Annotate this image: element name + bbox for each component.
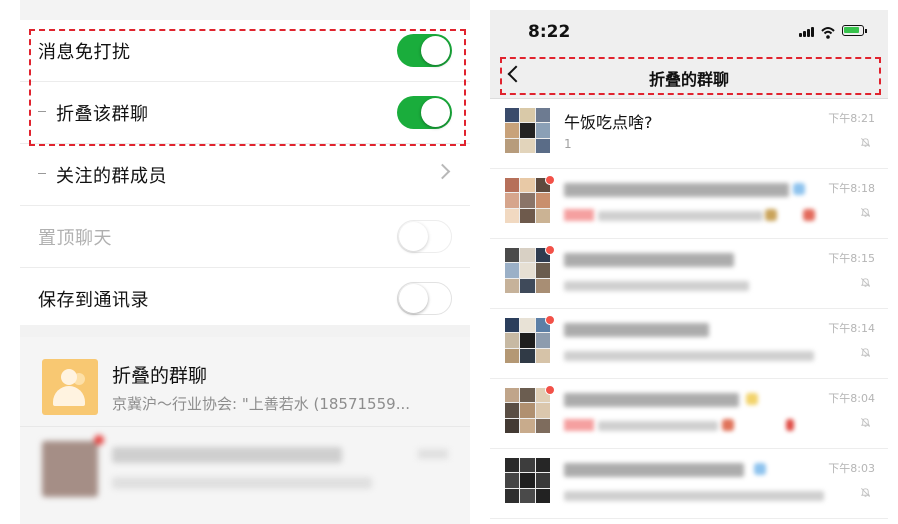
folded-chats-entry[interactable]: 折叠的群聊 京冀沪～行业协会: "上善若水 (18571559... <box>20 337 470 427</box>
blurred-preview <box>564 281 749 291</box>
blurred-preview <box>564 351 814 361</box>
chat-item[interactable]: 午饭吃点啥? 1 下午8:21 <box>490 99 888 169</box>
setting-followed-members[interactable]: 关注的群成员 <box>20 144 470 206</box>
unread-dot <box>545 385 555 395</box>
battery-icon <box>842 25 867 36</box>
blurred-chat-name <box>564 253 734 267</box>
blurred-emoji <box>765 209 777 221</box>
blurred-chat-name <box>564 463 744 477</box>
signal-icon <box>811 27 814 37</box>
toggle-knob <box>399 222 428 251</box>
chat-item[interactable]: 下午8:04 <box>490 379 888 449</box>
setting-label: 关注的群成员 <box>56 165 167 187</box>
toggle-knob <box>399 284 428 313</box>
chat-time: 下午8:15 <box>828 252 875 265</box>
mute-bell-icon <box>860 138 871 147</box>
blurred-emoji <box>722 419 734 431</box>
chat-preview: 1 <box>564 137 572 151</box>
folded-chats-title: 折叠的群聊 <box>112 365 208 387</box>
section-gap <box>20 325 470 337</box>
setting-label: 置顶聊天 <box>38 227 112 249</box>
blurred-badge <box>746 393 758 405</box>
blurred-chat-name <box>564 183 789 197</box>
annotation-box-settings <box>29 29 466 146</box>
mute-bell-icon <box>860 208 871 217</box>
wifi-icon <box>821 27 835 39</box>
chat-time: 下午8:21 <box>828 112 875 125</box>
top-divider <box>20 0 470 20</box>
group-avatar <box>505 318 550 363</box>
chat-name: 午饭吃点啥? <box>564 113 653 132</box>
signal-icon <box>803 31 806 37</box>
chat-time: 下午8:18 <box>828 182 875 195</box>
folded-chats-preview: 京冀沪～行业协会: "上善若水 (18571559... <box>112 395 410 413</box>
chat-item[interactable]: 下午8:14 <box>490 309 888 379</box>
blurred-tag <box>564 209 594 221</box>
group-avatar <box>505 388 550 433</box>
blurred-chat-name <box>564 323 709 337</box>
chat-list-preview: 折叠的群聊 京冀沪～行业协会: "上善若水 (18571559... <box>20 337 470 524</box>
blurred-preview <box>564 491 824 501</box>
chat-item[interactable]: 下午8:03 <box>490 449 888 519</box>
blurred-emoji <box>803 209 815 221</box>
chat-time: 下午8:04 <box>828 392 875 405</box>
group-avatar <box>505 458 550 503</box>
blurred-badge <box>754 463 766 475</box>
annotation-box-nav <box>500 57 881 95</box>
group-folder-icon <box>42 359 98 415</box>
blurred-chat-name <box>564 393 739 407</box>
signal-icon <box>807 29 810 37</box>
chevron-right-icon <box>434 163 451 180</box>
mute-bell-icon <box>860 278 871 287</box>
group-avatar <box>505 248 550 293</box>
unread-dot <box>94 435 104 445</box>
group-avatar <box>505 178 550 223</box>
avatar <box>42 441 98 497</box>
indent-dash <box>38 173 46 174</box>
blurred-preview <box>598 421 718 431</box>
setting-pin-chat[interactable]: 置顶聊天 <box>20 206 470 268</box>
blurred-chat-row[interactable] <box>20 427 470 524</box>
pin-chat-toggle[interactable] <box>397 220 452 253</box>
chat-time: 下午8:14 <box>828 322 875 335</box>
blurred-time <box>418 449 448 459</box>
blurred-emoji <box>786 419 794 431</box>
chat-list: 午饭吃点啥? 1 下午8:21 下午8:18 下午8:15 下午8:14 下午8… <box>490 99 888 519</box>
blurred-preview <box>598 211 763 221</box>
blurred-title <box>112 447 342 463</box>
status-time: 8:22 <box>528 22 571 42</box>
mute-bell-icon <box>860 488 871 497</box>
signal-icon <box>799 33 802 37</box>
setting-save-contacts[interactable]: 保存到通讯录 <box>20 268 470 330</box>
unread-dot <box>545 245 555 255</box>
unread-dot <box>545 315 555 325</box>
unread-dot <box>545 175 555 185</box>
chat-item[interactable]: 下午8:15 <box>490 239 888 309</box>
blurred-badge <box>793 183 805 195</box>
blurred-tag <box>564 419 594 431</box>
mute-bell-icon <box>860 418 871 427</box>
blurred-preview <box>112 477 372 489</box>
save-contacts-toggle[interactable] <box>397 282 452 315</box>
setting-label: 保存到通讯录 <box>38 289 149 311</box>
chat-time: 下午8:03 <box>828 462 875 475</box>
group-avatar <box>505 108 550 153</box>
chat-item[interactable]: 下午8:18 <box>490 169 888 239</box>
mute-bell-icon <box>860 348 871 357</box>
status-bar: 8:22 <box>490 10 888 54</box>
